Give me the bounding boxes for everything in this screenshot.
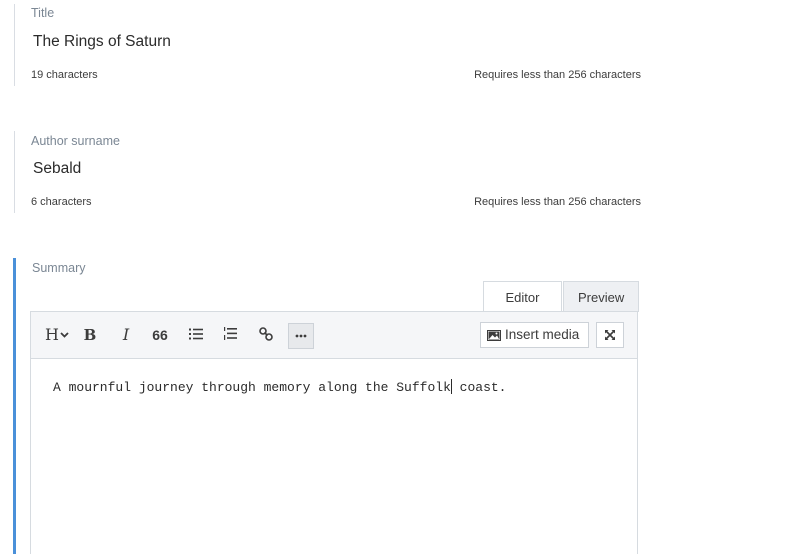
author-surname-label: Author surname — [31, 134, 120, 148]
image-icon — [487, 329, 501, 341]
tab-preview[interactable]: Preview — [563, 281, 639, 312]
author-length-hint: Requires less than 256 characters — [474, 196, 641, 208]
editor-tabs: Editor Preview — [483, 281, 639, 312]
quote-button[interactable]: 66 — [150, 324, 170, 346]
expand-icon — [605, 330, 615, 340]
editor-textarea[interactable]: A mournful journey through memory along … — [31, 359, 637, 554]
unordered-list-icon — [189, 328, 203, 340]
title-field: Title The Rings of Saturn 19 characters … — [14, 4, 641, 86]
more-options-button[interactable] — [288, 323, 314, 349]
title-label: Title — [31, 6, 55, 20]
bold-button[interactable]: B — [81, 324, 99, 346]
heading-button[interactable]: H — [43, 324, 71, 346]
form-page: Title The Rings of Saturn 19 characters … — [0, 0, 800, 554]
title-input[interactable]: The Rings of Saturn — [33, 33, 171, 51]
more-icon — [295, 334, 307, 338]
fullscreen-button[interactable] — [596, 322, 624, 348]
insert-media-label: Insert media — [505, 327, 580, 342]
title-char-count: 19 characters — [31, 69, 98, 81]
chevron-down-icon — [60, 332, 69, 338]
summary-label: Summary — [32, 261, 86, 275]
italic-button[interactable]: I — [117, 324, 135, 346]
editor-text-before-caret: A mournful journey through memory along … — [53, 380, 451, 395]
author-surname-input[interactable]: Sebald — [33, 160, 81, 178]
markdown-editor: H B I 66 Insert media A mournful journey… — [30, 311, 638, 554]
editor-text-after-caret: coast. — [451, 380, 507, 395]
title-length-hint: Requires less than 256 characters — [474, 69, 641, 81]
editor-toolbar: H B I 66 Insert media — [31, 312, 637, 359]
author-surname-field: Author surname Sebald 6 characters Requi… — [14, 131, 641, 213]
ordered-list-button[interactable] — [220, 324, 240, 346]
insert-media-button[interactable]: Insert media — [480, 322, 589, 348]
link-icon — [259, 327, 273, 341]
ordered-list-icon — [224, 327, 237, 340]
link-button[interactable] — [256, 324, 276, 346]
heading-label: H — [45, 325, 59, 344]
unordered-list-button[interactable] — [186, 324, 206, 346]
tab-editor[interactable]: Editor — [483, 281, 562, 312]
author-char-count: 6 characters — [31, 196, 92, 208]
